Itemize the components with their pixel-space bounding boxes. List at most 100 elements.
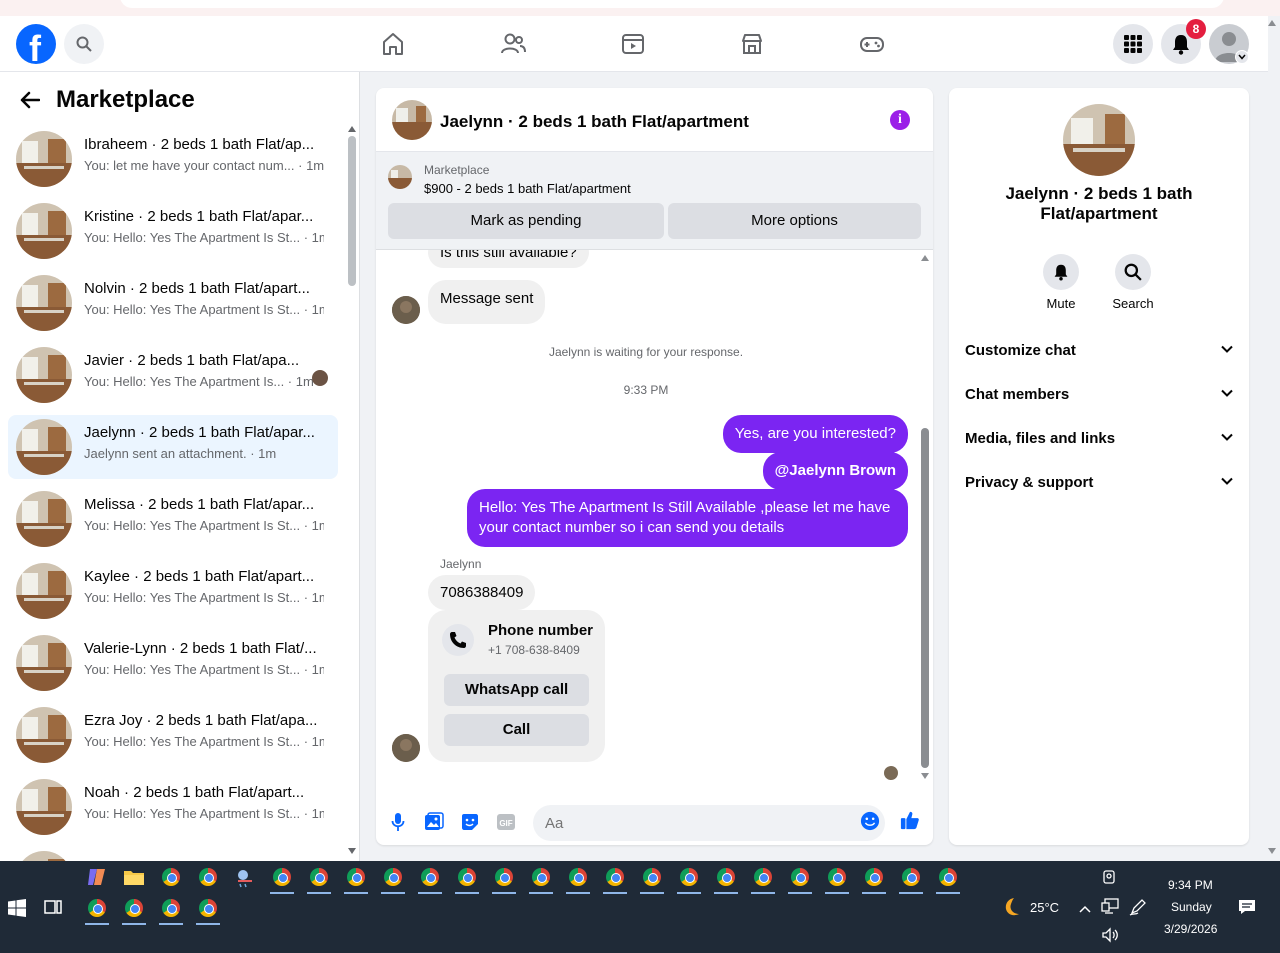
show-hidden-icons-button[interactable] bbox=[1079, 900, 1091, 918]
weather-temperature[interactable]: 25°C bbox=[1030, 900, 1059, 915]
page-scroll-up-arrow[interactable] bbox=[1268, 20, 1276, 26]
listing-thumbnail[interactable] bbox=[392, 100, 432, 140]
chrome-taskbar-icon[interactable] bbox=[270, 865, 294, 894]
more-options-button[interactable]: More options bbox=[668, 203, 921, 239]
chrome-taskbar-icon[interactable] bbox=[344, 865, 368, 894]
voice-clip-button[interactable] bbox=[388, 812, 408, 832]
copilot-taskbar-icon[interactable] bbox=[85, 865, 109, 889]
chrome-pinned-taskbar-icon[interactable] bbox=[196, 865, 220, 889]
conversation-item[interactable]: Noah · 2 beds 1 bath Flat/apart... You: H… bbox=[8, 775, 338, 839]
scroll-down-arrow[interactable] bbox=[921, 773, 929, 779]
sender-avatar[interactable] bbox=[392, 296, 420, 324]
sticker-button[interactable] bbox=[460, 812, 480, 832]
pen-menu[interactable] bbox=[1129, 898, 1147, 921]
volume-control[interactable] bbox=[1101, 927, 1119, 948]
weather-widget[interactable] bbox=[1000, 896, 1022, 923]
start-button[interactable] bbox=[8, 899, 26, 922]
gif-button[interactable]: GIF bbox=[496, 812, 516, 832]
listing-description[interactable]: $900 - 2 beds 1 bath Flat/apartment bbox=[424, 181, 631, 196]
emoji-button[interactable] bbox=[860, 811, 880, 831]
chrome-taskbar-icon[interactable] bbox=[455, 865, 479, 894]
chrome-taskbar-icon[interactable] bbox=[788, 865, 812, 894]
attach-photo-button[interactable] bbox=[424, 812, 444, 832]
page-scroll-down-arrow[interactable] bbox=[1268, 848, 1276, 854]
whatsapp-call-button[interactable]: WhatsApp call bbox=[444, 674, 589, 706]
chat-members-section[interactable]: Chat members bbox=[965, 386, 1235, 414]
info-icon[interactable]: i bbox=[890, 110, 910, 130]
chrome-pinned-taskbar-icon[interactable] bbox=[159, 865, 183, 889]
customize-chat-section[interactable]: Customize chat bbox=[965, 342, 1235, 370]
gaming-tab[interactable] bbox=[856, 28, 888, 60]
chevron-down-icon bbox=[1238, 54, 1246, 60]
chrome-taskbar-icon[interactable] bbox=[196, 896, 220, 925]
conversation-item[interactable]: Jaelynn · 2 beds 1 bath Flat/apar... Jael… bbox=[8, 415, 338, 479]
conversation-item[interactable]: Nolvin · 2 beds 1 bath Flat/apart... You:… bbox=[8, 271, 338, 335]
chrome-taskbar-icon[interactable] bbox=[714, 865, 738, 894]
video-tab[interactable] bbox=[617, 28, 649, 60]
chrome-taskbar-icon[interactable] bbox=[751, 865, 775, 894]
message-composer: GIF bbox=[376, 795, 933, 845]
conversation-item[interactable]: Valerie-Lynn · 2 beds 1 bath Flat/... You… bbox=[8, 631, 338, 695]
home-tab[interactable] bbox=[377, 28, 409, 60]
chrome-taskbar-icon[interactable] bbox=[899, 865, 923, 894]
chrome-taskbar-icon[interactable] bbox=[159, 896, 183, 925]
task-view-button[interactable] bbox=[44, 899, 62, 920]
chrome-taskbar-icon[interactable] bbox=[418, 865, 442, 894]
media-files-links-section[interactable]: Media, files and links bbox=[965, 430, 1235, 458]
outgoing-mention-message[interactable]: @Jaelynn Brown bbox=[762, 452, 908, 490]
chrome-taskbar-icon[interactable] bbox=[603, 865, 627, 894]
search-in-conversation-action[interactable]: Search bbox=[1103, 254, 1163, 311]
inbox-scrollbar[interactable] bbox=[348, 136, 356, 286]
conversation-item[interactable]: Melissa · 2 beds 1 bath Flat/apar... You:… bbox=[8, 487, 338, 551]
chrome-taskbar-icon[interactable] bbox=[529, 865, 553, 894]
search-button[interactable] bbox=[64, 24, 104, 64]
scroll-up-arrow[interactable] bbox=[348, 126, 356, 132]
conversation-item[interactable]: Javier · 2 beds 1 bath Flat/apa... You: H… bbox=[8, 343, 338, 407]
notification-center-button[interactable] bbox=[1238, 898, 1256, 921]
friends-tab[interactable] bbox=[497, 28, 529, 60]
chrome-taskbar-icon[interactable] bbox=[307, 865, 331, 894]
chrome-taskbar-icon[interactable] bbox=[640, 865, 664, 894]
sender-avatar[interactable] bbox=[392, 734, 420, 762]
clock-date[interactable]: 3/29/2026 bbox=[1164, 922, 1217, 936]
call-button[interactable]: Call bbox=[444, 714, 589, 746]
chrome-taskbar-icon[interactable] bbox=[566, 865, 590, 894]
back-arrow-icon[interactable] bbox=[20, 91, 40, 109]
message-input[interactable] bbox=[533, 805, 885, 841]
camera-status[interactable] bbox=[1101, 869, 1117, 890]
chrome-taskbar-icon[interactable] bbox=[936, 865, 960, 894]
chrome-taskbar-icon[interactable] bbox=[862, 865, 886, 894]
facebook-logo[interactable]: f bbox=[16, 24, 56, 69]
conversation-item[interactable]: Kristine · 2 beds 1 bath Flat/apar... You… bbox=[8, 199, 338, 263]
chat-title[interactable]: Jaelynn · 2 beds 1 bath Flat/apartment bbox=[440, 112, 749, 132]
like-send-button[interactable] bbox=[900, 810, 920, 830]
network-status[interactable] bbox=[1101, 898, 1119, 919]
listing-photo[interactable] bbox=[1063, 104, 1135, 176]
conversation-item[interactable]: Ibraheem · 2 beds 1 bath Flat/ap... You: … bbox=[8, 127, 338, 191]
chrome-taskbar-icon[interactable] bbox=[492, 865, 516, 894]
chrome-taskbar-icon[interactable] bbox=[85, 896, 109, 925]
account-menu-chevron[interactable] bbox=[1235, 50, 1249, 64]
clock-day[interactable]: Sunday bbox=[1171, 900, 1212, 914]
mute-action[interactable]: Mute bbox=[1031, 254, 1091, 311]
clock-time[interactable]: 9:34 PM bbox=[1168, 878, 1213, 892]
chrome-taskbar-icon[interactable] bbox=[677, 865, 701, 894]
conversation-item[interactable]: Ezra Joy · 2 beds 1 bath Flat/apa... You:… bbox=[8, 703, 338, 767]
thread-scrollbar[interactable] bbox=[921, 428, 929, 768]
marketplace-tab[interactable] bbox=[736, 28, 768, 60]
weather-app-taskbar-icon[interactable] bbox=[233, 865, 257, 889]
chrome-taskbar-icon[interactable] bbox=[122, 896, 146, 925]
file-explorer-taskbar-icon[interactable] bbox=[122, 865, 146, 889]
conversation-item-partial[interactable] bbox=[8, 847, 338, 861]
chrome-taskbar-icon[interactable] bbox=[381, 865, 405, 894]
conversation-item[interactable]: Kaylee · 2 beds 1 bath Flat/apart... You:… bbox=[8, 559, 338, 623]
scroll-down-arrow[interactable] bbox=[348, 848, 356, 854]
open-window-indicator bbox=[640, 892, 664, 894]
address-bar-edge bbox=[120, 0, 1224, 8]
scroll-up-arrow[interactable] bbox=[921, 255, 929, 261]
chrome-taskbar-icon[interactable] bbox=[825, 865, 849, 894]
menu-button[interactable] bbox=[1113, 24, 1153, 64]
privacy-support-section[interactable]: Privacy & support bbox=[965, 474, 1235, 502]
mark-as-pending-button[interactable]: Mark as pending bbox=[388, 203, 664, 239]
open-window-indicator bbox=[307, 892, 331, 894]
